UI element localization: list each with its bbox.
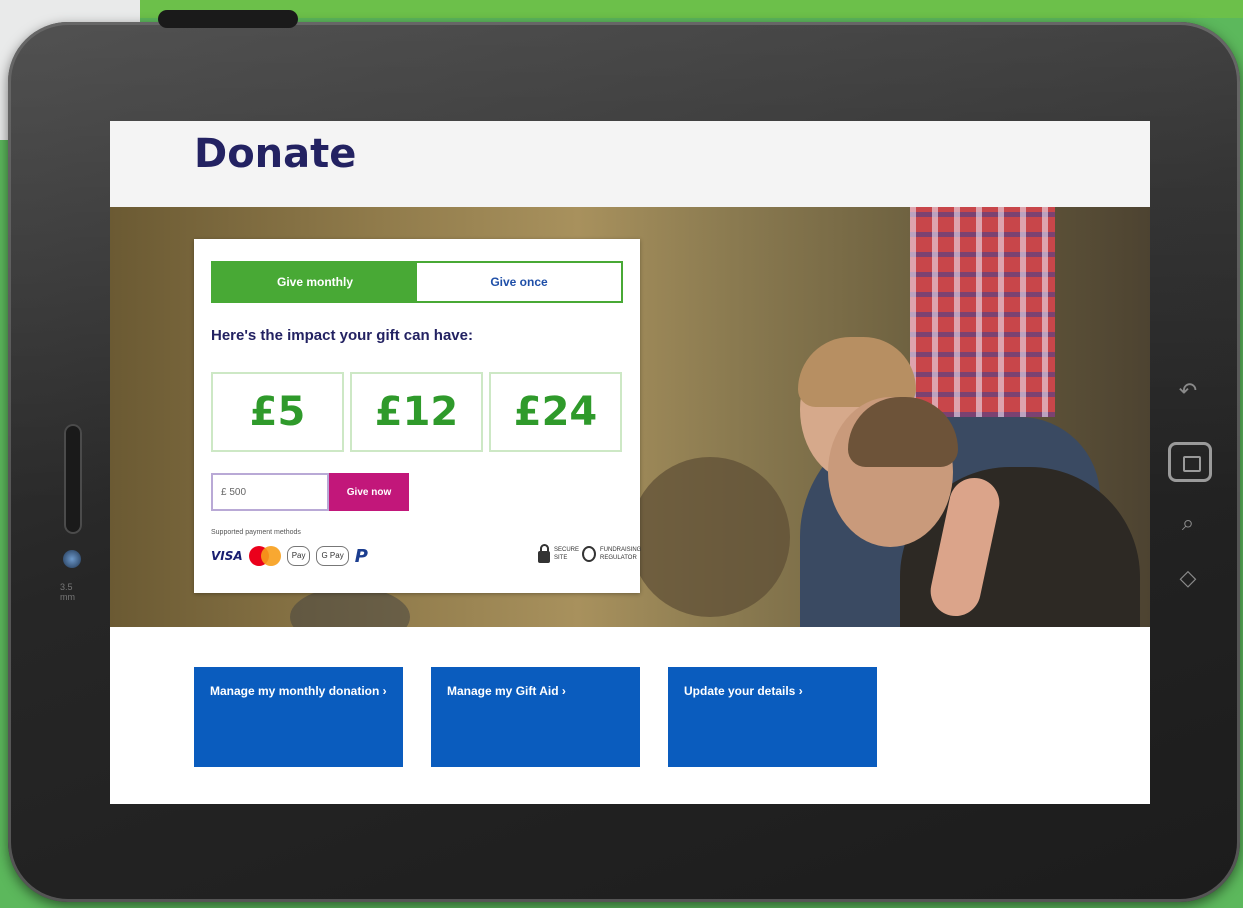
frequency-toggle: Give monthly Give once bbox=[211, 261, 623, 303]
impact-heading: Here's the impact your gift can have: bbox=[211, 327, 473, 344]
secure-site-badge: SECURE SITE bbox=[554, 547, 580, 561]
donation-card: Give monthly Give once Here's the impact… bbox=[194, 239, 642, 593]
custom-amount-row: Give now bbox=[211, 473, 409, 511]
tablet-side-slot bbox=[64, 424, 82, 534]
custom-amount-input[interactable] bbox=[211, 473, 329, 511]
back-icon[interactable]: ↶ bbox=[1168, 378, 1208, 404]
google-pay-icon: G Pay bbox=[316, 546, 349, 566]
home-icon[interactable] bbox=[1168, 442, 1212, 482]
tab-give-once[interactable]: Give once bbox=[417, 263, 621, 301]
tablet-camera-icon bbox=[63, 550, 81, 568]
lock-icon bbox=[538, 544, 550, 563]
visa-icon: VISA bbox=[211, 549, 243, 563]
payment-methods-label: Supported payment methods bbox=[211, 529, 301, 536]
regulator-badge: FUNDRAISING REGULATOR bbox=[600, 547, 642, 561]
tab-give-monthly[interactable]: Give monthly bbox=[213, 263, 417, 301]
manage-donation-tile[interactable]: Manage my monthly donation › bbox=[194, 667, 403, 767]
tablet-side-label: 3.5 mm bbox=[60, 582, 75, 602]
hero-bg-shape bbox=[630, 457, 790, 617]
amount-option-12[interactable]: £12 bbox=[350, 372, 483, 452]
regulator-icon bbox=[582, 546, 596, 562]
update-details-tile[interactable]: Update your details › bbox=[668, 667, 877, 767]
paypal-icon: P bbox=[354, 545, 368, 567]
page-header: Donate bbox=[110, 121, 1150, 207]
hero-bg-shape bbox=[290, 587, 410, 627]
account-tiles: Manage my monthly donation › Manage my G… bbox=[194, 667, 877, 767]
secure-badges: SECURE SITE FUNDRAISING REGULATOR bbox=[538, 544, 642, 563]
amount-option-5[interactable]: £5 bbox=[211, 372, 344, 452]
manage-gift-aid-tile[interactable]: Manage my Gift Aid › bbox=[431, 667, 640, 767]
amount-option-24[interactable]: £24 bbox=[489, 372, 622, 452]
tablet-screen: Donate Give monthly Give once Here's the… bbox=[110, 121, 1150, 804]
payment-icons: VISA Pay G Pay P bbox=[211, 545, 368, 567]
hero-image: Give monthly Give once Here's the impact… bbox=[110, 207, 1150, 627]
menu-icon[interactable]: ◇ bbox=[1168, 565, 1208, 591]
tablet-top-notch bbox=[158, 10, 298, 28]
apple-pay-icon: Pay bbox=[286, 546, 311, 566]
mastercard-icon bbox=[248, 545, 281, 567]
amount-options: £5 £12 £24 bbox=[211, 372, 622, 452]
give-now-button[interactable]: Give now bbox=[329, 473, 409, 511]
hero-shirt bbox=[910, 207, 1055, 417]
search-icon[interactable]: ⌕ bbox=[1168, 510, 1208, 536]
page-title: Donate bbox=[194, 131, 357, 177]
